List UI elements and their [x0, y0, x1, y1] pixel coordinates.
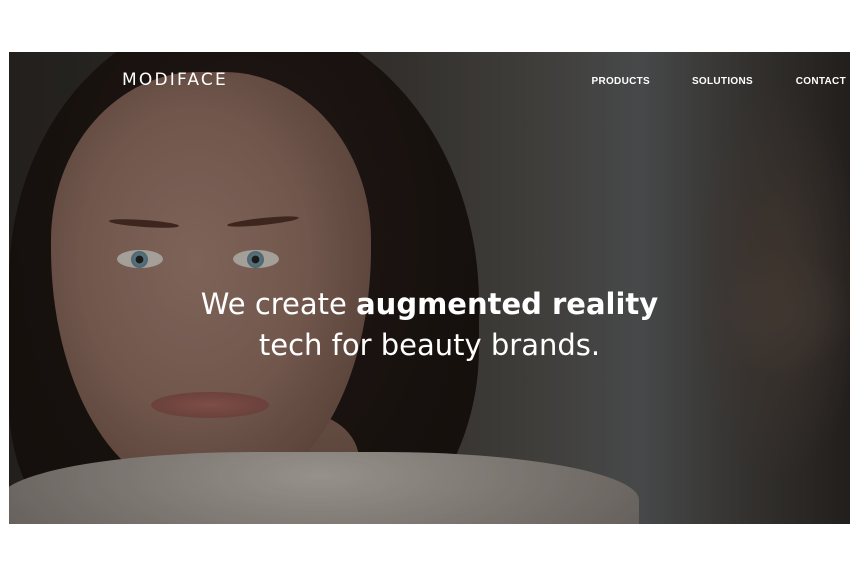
- hero-section: MODIFACE PRODUCTS SOLUTIONS CONTACT We c…: [9, 52, 850, 524]
- page: MODIFACE PRODUCTS SOLUTIONS CONTACT We c…: [0, 0, 857, 572]
- nav-solutions[interactable]: SOLUTIONS: [692, 76, 753, 87]
- headline-line2: tech for beauty brands.: [258, 328, 601, 362]
- hero-headline: We create augmented reality tech for bea…: [9, 284, 850, 366]
- headline-bold: augmented reality: [356, 287, 659, 321]
- brand-logo[interactable]: MODIFACE: [122, 70, 228, 90]
- headline-part1: We create: [200, 287, 357, 321]
- nav-contact[interactable]: CONTACT: [796, 76, 846, 87]
- nav-products[interactable]: PRODUCTS: [591, 76, 650, 87]
